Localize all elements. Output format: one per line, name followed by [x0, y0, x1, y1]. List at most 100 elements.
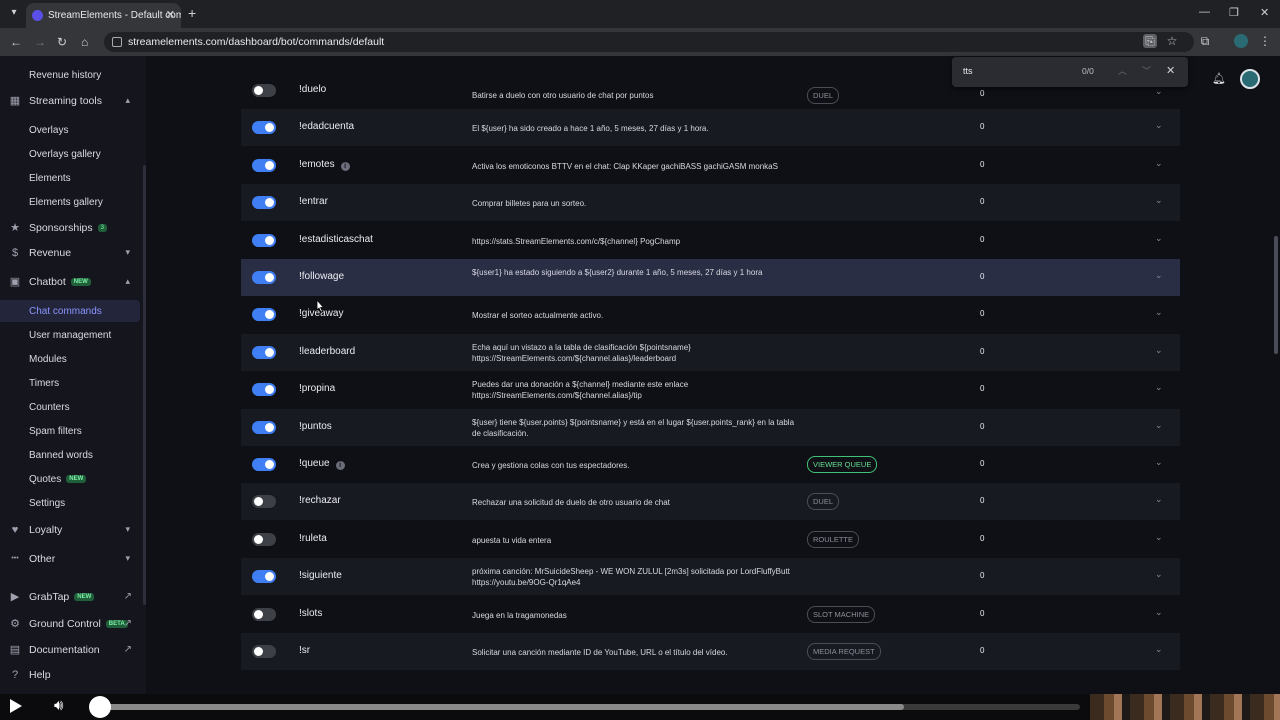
seek-thumb[interactable]	[89, 696, 111, 718]
sidebar-item-modules[interactable]: Modules	[0, 348, 140, 370]
sidebar-item-ground-control[interactable]: ⚙ Ground Control BETA ↗	[0, 613, 140, 635]
page-action-icon[interactable]: ⎘	[1143, 34, 1157, 48]
extensions-icon[interactable]: ⧉	[1198, 34, 1212, 48]
bookmark-star-icon[interactable]: ☆	[1165, 34, 1179, 48]
command-toggle[interactable]	[252, 271, 276, 284]
module-tag[interactable]: SLOT MACHINE	[807, 605, 876, 623]
sidebar-item-overlays[interactable]: Overlays	[0, 119, 140, 141]
expand-row-chevron-icon[interactable]: ⌄	[1155, 86, 1163, 97]
main-scrollbar[interactable]	[1274, 236, 1278, 354]
sidebar-item-quotes[interactable]: Quotes NEW	[0, 468, 140, 490]
sidebar-item-counters[interactable]: Counters	[0, 396, 140, 418]
expand-row-chevron-icon[interactable]: ⌄	[1155, 420, 1163, 431]
module-tag[interactable]: ROULETTE	[807, 530, 860, 548]
reload-icon[interactable]: ↻	[57, 35, 67, 49]
sidebar-item-timers[interactable]: Timers	[0, 372, 140, 394]
sidebar-item-chatbot[interactable]: ▣ Chatbot NEW ▴	[0, 271, 140, 293]
home-icon[interactable]: ⌂	[81, 35, 88, 49]
expand-row-chevron-icon[interactable]: ⌄	[1155, 532, 1163, 543]
expand-row-chevron-icon[interactable]: ⌄	[1155, 382, 1163, 393]
sidebar-item-sponsorships[interactable]: ★ Sponsorships 3	[0, 217, 140, 239]
new-tab-icon[interactable]: +	[188, 5, 196, 21]
chevron-down-icon[interactable]: ▾	[125, 524, 130, 535]
command-toggle[interactable]	[252, 645, 276, 658]
command-toggle[interactable]	[252, 84, 276, 97]
command-toggle[interactable]	[252, 345, 276, 359]
expand-row-chevron-icon[interactable]: ⌄	[1155, 233, 1163, 244]
command-row[interactable]: !edadcuenta El ${user} ha sido creado a h…	[241, 109, 1180, 147]
back-icon[interactable]: ←	[10, 35, 22, 49]
command-toggle[interactable]	[252, 570, 276, 584]
command-toggle[interactable]	[252, 121, 276, 135]
sidebar-item-other[interactable]: ••• Other ▾	[0, 548, 140, 570]
expand-row-chevron-icon[interactable]: ⌄	[1155, 644, 1163, 655]
command-row[interactable]: !propina Puedes dar una donación a ${chan…	[241, 371, 1180, 408]
sidebar-item-elements-gallery[interactable]: Elements gallery	[0, 191, 140, 213]
expand-row-chevron-icon[interactable]: ⌄	[1155, 569, 1163, 580]
chrome-menu-icon[interactable]: ⋮	[1258, 34, 1272, 48]
sidebar-item-banned-words[interactable]: Banned words	[0, 444, 140, 466]
minimize-icon[interactable]: —	[1199, 6, 1210, 18]
command-toggle[interactable]	[252, 383, 276, 397]
sidebar-item-revenue-history[interactable]: Revenue history	[0, 64, 140, 86]
command-toggle[interactable]	[252, 607, 276, 621]
chevron-down-icon[interactable]: ▾	[125, 247, 130, 258]
command-row[interactable]: !leaderboard Echa aquí un vistazo a la ta…	[241, 333, 1180, 371]
command-row[interactable]: !puntos ${user} tiene ${user.points} ${po…	[241, 408, 1180, 446]
find-previous-icon[interactable]: ︿	[1118, 64, 1127, 77]
command-toggle[interactable]	[252, 420, 276, 434]
command-row[interactable]: !siguiente próxima canción: MrSuicideShee…	[241, 558, 1180, 596]
browser-tab[interactable]: StreamElements - Default comm ✕	[26, 3, 181, 28]
sidebar-item-revenue[interactable]: $ Revenue ▾	[0, 242, 140, 264]
expand-row-chevron-icon[interactable]: ⌄	[1155, 345, 1163, 356]
command-toggle[interactable]	[252, 196, 276, 210]
command-row[interactable]: !estadisticaschat https://stats.StreamEle…	[241, 222, 1180, 259]
sidebar-item-elements[interactable]: Elements	[0, 167, 140, 189]
sidebar-item-chat-commands[interactable]: Chat commands	[0, 300, 140, 322]
external-link-icon[interactable]: ↗	[124, 644, 132, 655]
sidebar-item-user-management[interactable]: User management	[0, 324, 140, 346]
command-toggle[interactable]	[252, 233, 276, 247]
module-tag[interactable]: DUEL	[807, 493, 840, 511]
expand-row-chevron-icon[interactable]: ⌄	[1155, 270, 1163, 281]
expand-row-chevron-icon[interactable]: ⌄	[1155, 195, 1163, 206]
expand-row-chevron-icon[interactable]: ⌄	[1155, 494, 1163, 505]
close-tab-icon[interactable]: ✕	[166, 8, 175, 21]
command-row[interactable]: !queue i Crea y gestiona colas con tus esp…	[241, 446, 1180, 483]
play-icon[interactable]	[10, 699, 22, 713]
sidebar-item-spam-filters[interactable]: Spam filters	[0, 420, 140, 442]
profile-icon[interactable]	[1234, 34, 1248, 48]
command-toggle[interactable]	[252, 158, 276, 172]
module-tag[interactable]: MEDIA REQUEST	[807, 643, 881, 660]
info-icon[interactable]: i	[340, 161, 350, 171]
expand-row-chevron-icon[interactable]: ⌄	[1155, 607, 1163, 618]
expand-row-chevron-icon[interactable]: ⌄	[1155, 120, 1163, 131]
user-avatar[interactable]	[1240, 69, 1260, 89]
expand-row-chevron-icon[interactable]: ⌄	[1155, 307, 1163, 318]
module-tag[interactable]: VIEWER QUEUE	[807, 456, 878, 473]
tab-search-icon[interactable]: ▾	[6, 5, 22, 21]
command-row[interactable]: !followage ${user1} ha estado siguiendo a…	[241, 259, 1180, 296]
seek-bar[interactable]	[100, 704, 1080, 710]
restore-icon[interactable]: ❐	[1229, 6, 1239, 19]
chevron-down-icon[interactable]: ▾	[125, 553, 130, 564]
notifications-bell-icon[interactable]: 🔔︎	[1212, 72, 1226, 85]
command-row[interactable]: !entrar Comprar billetes para un sorteo. 0…	[241, 184, 1180, 222]
info-icon[interactable]: i	[335, 461, 345, 470]
sidebar-item-settings[interactable]: Settings	[0, 492, 140, 514]
close-window-icon[interactable]: ✕	[1260, 6, 1269, 19]
command-row[interactable]: !sr Solicitar una canción mediante ID de …	[241, 633, 1180, 670]
site-info-icon[interactable]	[112, 37, 122, 47]
volume-icon[interactable]: 🔊︎	[54, 697, 63, 714]
command-row[interactable]: !giveaway Mostrar el sorteo actualmente a…	[241, 296, 1180, 333]
sidebar-item-streaming-tools[interactable]: ▦ Streaming tools ▴	[0, 90, 140, 112]
command-toggle[interactable]	[252, 308, 276, 322]
command-toggle[interactable]	[252, 458, 276, 471]
sidebar-item-overlays-gallery[interactable]: Overlays gallery	[0, 143, 140, 165]
find-input[interactable]: tts	[963, 66, 973, 76]
sidebar-item-loyalty[interactable]: ♥ Loyalty ▾	[0, 519, 140, 541]
external-link-icon[interactable]: ↗	[124, 591, 132, 602]
command-toggle[interactable]	[252, 495, 276, 509]
find-next-icon[interactable]: ﹀	[1142, 64, 1151, 77]
expand-row-chevron-icon[interactable]: ⌄	[1155, 457, 1163, 468]
